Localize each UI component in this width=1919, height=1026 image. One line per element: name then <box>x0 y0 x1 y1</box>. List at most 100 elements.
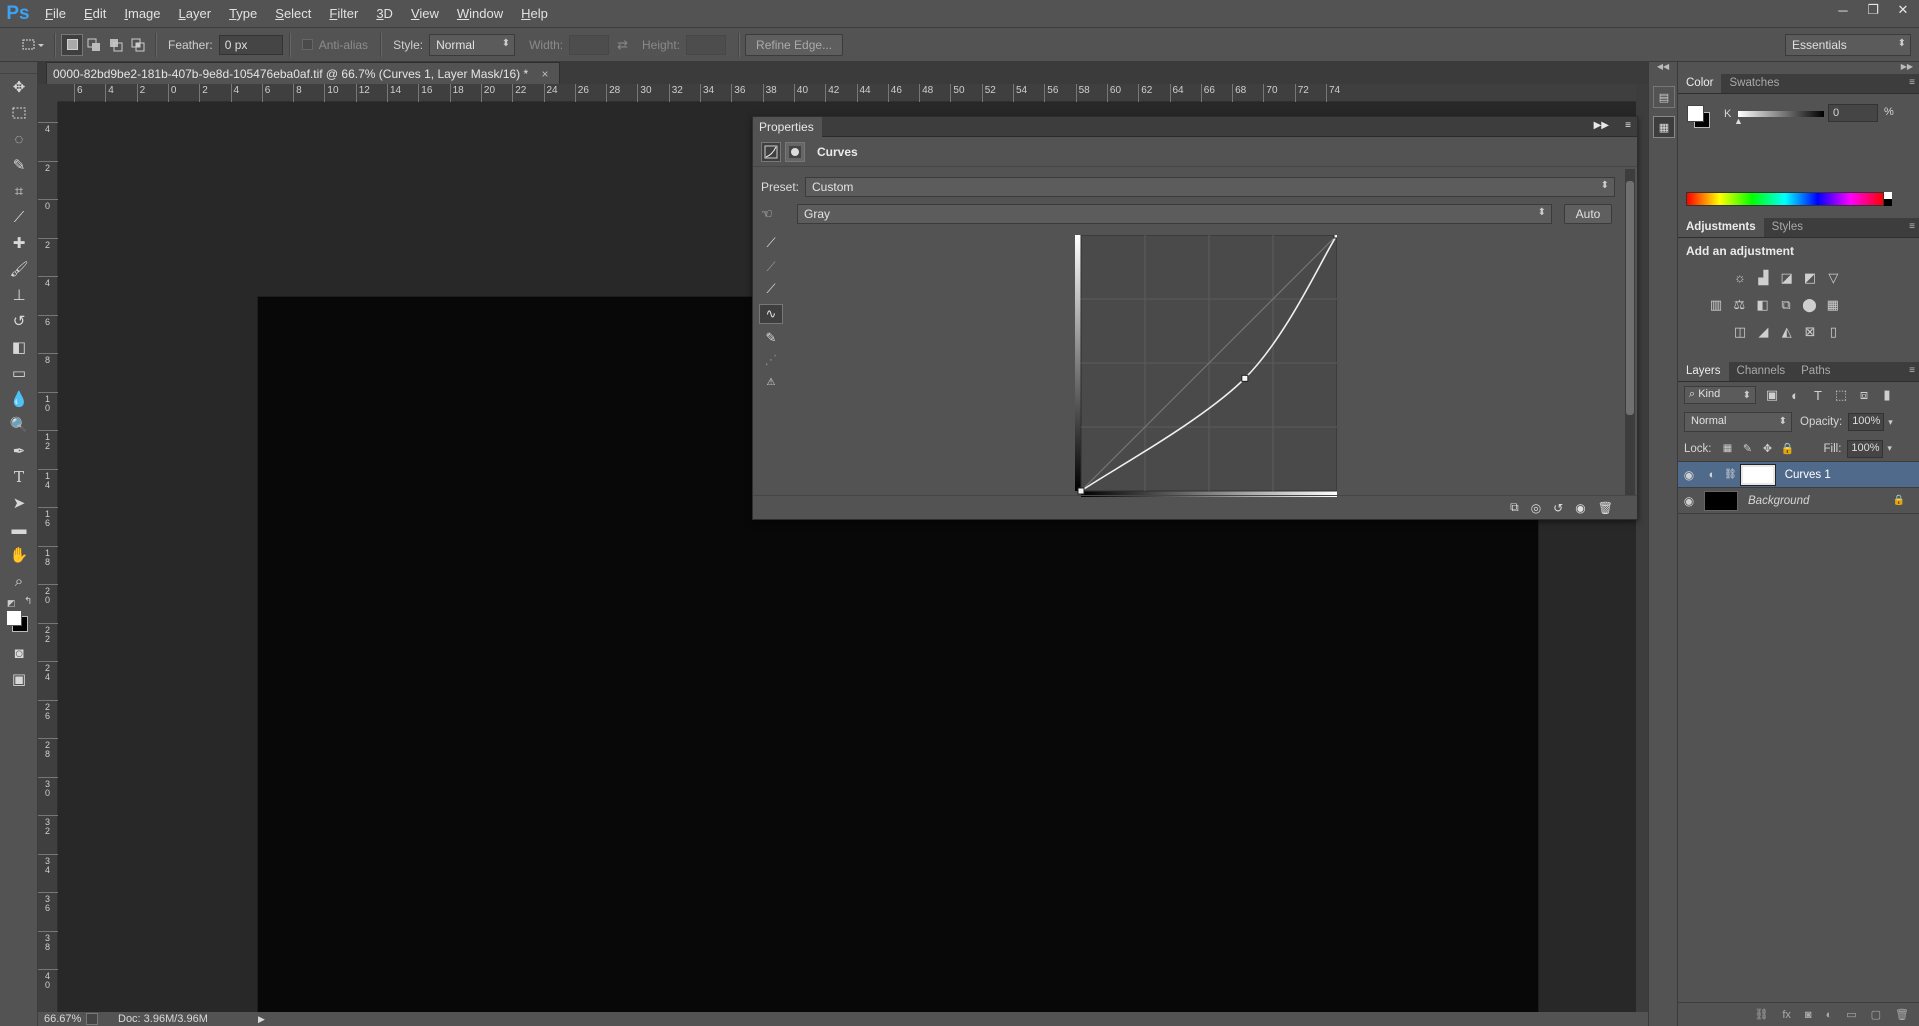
tab-swatches[interactable]: Swatches <box>1721 73 1787 93</box>
subtract-selection-icon[interactable] <box>105 34 127 56</box>
white-ramp-chip[interactable] <box>1884 192 1892 199</box>
foreground-color-chip[interactable] <box>1687 105 1704 122</box>
tab-paths[interactable]: Paths <box>1793 361 1838 381</box>
layer-name[interactable]: Background <box>1748 495 1809 507</box>
fill-input[interactable]: 100% <box>1847 439 1884 458</box>
history-brush-tool-icon[interactable]: ↺ <box>0 308 38 334</box>
workspace-select[interactable]: Essentials <box>1785 34 1911 56</box>
delete-layer-icon[interactable]: 🗑 <box>1895 1008 1909 1021</box>
panel-menu-icon[interactable]: ≡ <box>1909 221 1915 232</box>
screen-mode-icon[interactable]: ▣ <box>0 666 38 692</box>
menu-3d[interactable]: 3D <box>367 0 402 28</box>
properties-tab[interactable]: Properties <box>753 116 822 137</box>
clip-to-layer-icon[interactable]: ⧉ <box>1510 500 1519 515</box>
lock-position-icon[interactable]: ✥ <box>1758 439 1778 459</box>
posterize-icon[interactable]: ◢ <box>1753 322 1773 342</box>
horizontal-ruler[interactable]: 6 4 2 0 2 4 6 8 10 12 14 16 18 20 22 24 26 28 30 32 34 36 38 40… <box>58 84 1636 102</box>
selective-color-icon[interactable]: ⊠ <box>1800 322 1820 342</box>
sample-gray-point-icon[interactable]: ⟋ <box>759 257 783 277</box>
menu-help[interactable]: Help <box>512 0 557 28</box>
channel-mixer-icon[interactable]: ⬤ <box>1799 295 1819 315</box>
menu-select[interactable]: Select <box>266 0 320 28</box>
menu-image[interactable]: Image <box>115 0 169 28</box>
history-panel-icon[interactable]: ▤ <box>1653 86 1675 108</box>
panel-menu-icon[interactable]: ≡ <box>1909 365 1915 376</box>
swap-colors-icon[interactable]: ↰ <box>24 596 32 607</box>
smooth-curve-icon[interactable]: ⋰ <box>759 350 783 370</box>
delete-adjustment-icon[interactable]: 🗑 <box>1598 501 1613 515</box>
curves-graph[interactable] <box>1071 235 1337 497</box>
properties-panel-icon[interactable]: ▦ <box>1653 116 1675 138</box>
tab-channels[interactable]: Channels <box>1729 361 1794 381</box>
filter-pixel-icon[interactable]: ▣ <box>1765 385 1779 405</box>
properties-scrollbar-thumb[interactable] <box>1626 181 1634 415</box>
dodge-tool-icon[interactable]: 🔍 <box>0 412 38 438</box>
curves-adjustment-icon[interactable] <box>761 141 781 162</box>
height-input[interactable] <box>686 34 727 55</box>
ruler-origin[interactable] <box>38 84 58 102</box>
tab-color[interactable]: Color <box>1678 73 1722 93</box>
clone-stamp-tool-icon[interactable]: ⊥ <box>0 282 38 308</box>
menu-filter[interactable]: Filter <box>320 0 367 28</box>
style-select[interactable]: Normal <box>429 33 516 56</box>
new-group-icon[interactable]: ▭ <box>1846 1008 1856 1021</box>
status-menu-arrow-icon[interactable]: ▶ <box>258 1014 265 1025</box>
tab-adjustments[interactable]: Adjustments <box>1678 217 1764 237</box>
color-balance-icon[interactable]: ⚖ <box>1729 295 1749 315</box>
brightness-contrast-icon[interactable]: ☼ <box>1730 267 1750 287</box>
toggle-visibility-icon[interactable]: ◉ <box>1575 501 1585 515</box>
blur-tool-icon[interactable]: 💧 <box>0 386 38 412</box>
layer-row-background[interactable]: ◉ Background 🔒 <box>1678 488 1919 514</box>
draw-curve-icon[interactable]: ✎ <box>759 328 783 348</box>
hue-saturation-icon[interactable]: ▥ <box>1706 295 1726 315</box>
document-tab[interactable]: 0000-82bd9be2-181b-407b-9e8d-105476eba0a… <box>46 62 560 84</box>
zoom-level[interactable]: 66.67% <box>38 1013 86 1025</box>
visibility-eye-icon[interactable]: ◉ <box>1678 468 1700 482</box>
quick-selection-tool-icon[interactable]: ✎ <box>0 152 38 178</box>
feather-input[interactable]: 0 px <box>218 34 283 55</box>
k-slider-handle-icon[interactable]: ▲ <box>1734 116 1743 126</box>
gradient-tool-icon[interactable]: ▭ <box>0 360 38 386</box>
hand-tool-icon[interactable]: ✋ <box>0 542 38 568</box>
status-info-icon[interactable] <box>86 1013 98 1025</box>
tab-styles[interactable]: Styles <box>1764 217 1811 237</box>
pen-tool-icon[interactable]: ✒ <box>0 438 38 464</box>
restore-button[interactable]: ❐ <box>1865 2 1881 18</box>
panel-menu-icon[interactable]: ≡ <box>1625 120 1631 131</box>
black-ramp-chip[interactable] <box>1884 199 1892 206</box>
gradient-map-icon[interactable]: ▯ <box>1823 322 1843 342</box>
quick-mask-icon[interactable]: ◙ <box>0 640 38 666</box>
filter-smart-object-icon[interactable]: ⧈ <box>1857 385 1871 405</box>
eraser-tool-icon[interactable]: ◧ <box>0 334 38 360</box>
levels-icon[interactable]: ▟ <box>1753 268 1773 288</box>
zoom-tool-icon[interactable]: ⌕ <box>0 568 38 594</box>
vertical-ruler[interactable]: 4 2 0 2 4 6 8 10 12 14 16 18 20 22 24 26 28 30 32 34 36 38 40 <box>38 102 58 1012</box>
layer-name[interactable]: Curves 1 <box>1785 469 1831 481</box>
filter-shape-icon[interactable]: ⬚ <box>1834 385 1848 405</box>
layer-mask-icon[interactable] <box>785 141 805 162</box>
reset-adjustment-icon[interactable]: ↺ <box>1553 501 1563 515</box>
move-tool-icon[interactable]: ✥ <box>0 74 38 100</box>
lock-transparent-icon[interactable]: ▦ <box>1718 439 1738 459</box>
lasso-tool-icon[interactable]: ◌ <box>0 126 38 152</box>
new-layer-icon[interactable]: ▢ <box>1871 1008 1881 1021</box>
preset-select[interactable]: Custom <box>805 177 1616 197</box>
mask-link-icon[interactable]: ⛓ <box>1724 469 1737 480</box>
refine-edge-button[interactable]: Refine Edge... <box>745 33 844 56</box>
layer-filter-select[interactable]: ⌕ Kind <box>1684 386 1756 404</box>
intersect-selection-icon[interactable] <box>127 34 149 56</box>
panel-menu-icon[interactable]: ≡ <box>1909 77 1915 88</box>
menu-file[interactable]: File <box>36 0 75 28</box>
crop-tool-icon[interactable]: ⌗ <box>0 178 38 204</box>
sample-black-point-icon[interactable]: ⟋ <box>759 233 783 253</box>
marquee-tool-icon[interactable] <box>0 100 38 126</box>
menu-edit[interactable]: Edit <box>75 0 115 28</box>
toolbox-grip[interactable] <box>0 62 37 74</box>
channel-select[interactable]: Gray <box>797 204 1552 224</box>
filter-toggle-icon[interactable]: ▮ <box>1880 385 1894 405</box>
collapse-panel-icon[interactable]: ▶▶ <box>1594 120 1609 131</box>
antialias-checkbox[interactable] <box>301 39 313 50</box>
rectangle-tool-icon[interactable]: ▬ <box>0 516 38 542</box>
color-spectrum-ramp[interactable] <box>1686 192 1884 206</box>
add-selection-icon[interactable] <box>83 34 105 56</box>
